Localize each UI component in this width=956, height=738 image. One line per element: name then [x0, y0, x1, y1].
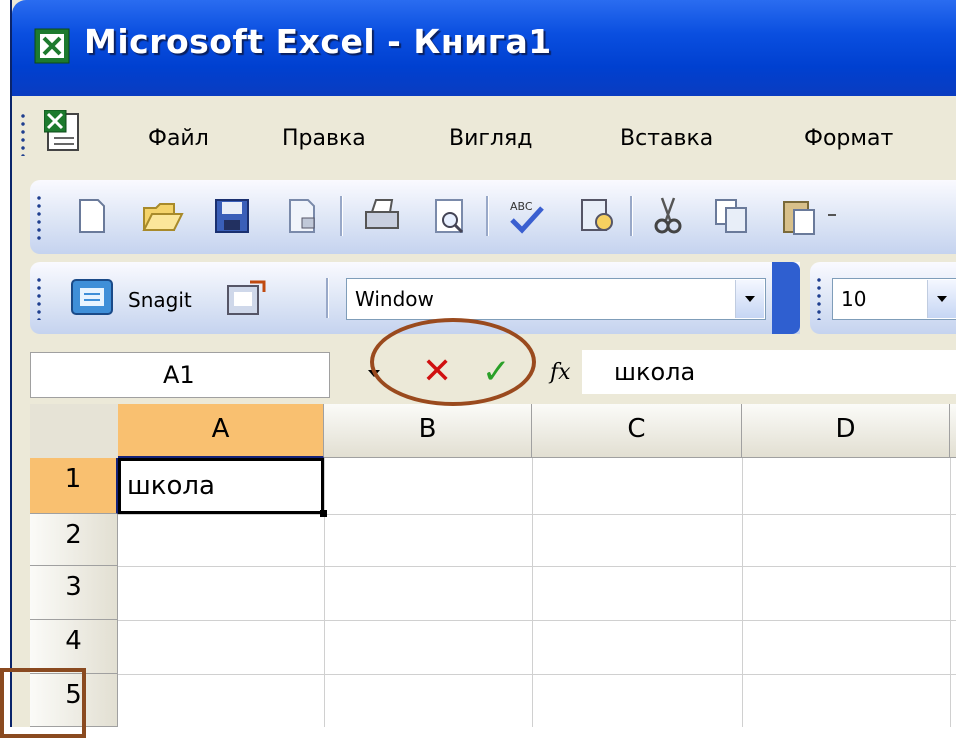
- column-label: B: [418, 414, 437, 444]
- print-preview-icon[interactable]: [428, 194, 472, 238]
- menu-format[interactable]: Формат: [804, 126, 893, 151]
- new-document-icon[interactable]: [70, 194, 114, 238]
- column-label: A: [211, 414, 230, 444]
- chevron-down-icon[interactable]: [735, 280, 764, 318]
- font-size-select[interactable]: 10: [832, 278, 956, 320]
- row-header-4[interactable]: 4: [30, 620, 118, 674]
- row-header-1[interactable]: 1: [30, 458, 118, 514]
- name-box-value: A1: [163, 361, 195, 389]
- font-name-select[interactable]: Window: [346, 278, 766, 320]
- standard-toolbar: ABC: [30, 180, 956, 254]
- toolbar-separator: [486, 196, 489, 236]
- paste-icon[interactable]: [778, 194, 822, 238]
- spelling-icon[interactable]: ABC: [504, 194, 548, 238]
- cell-a1[interactable]: школа: [118, 458, 324, 514]
- menu-view[interactable]: Вигляд: [449, 126, 532, 151]
- toolbar-grip-icon[interactable]: [36, 194, 42, 240]
- annotation-circle: [370, 318, 536, 406]
- paste-dropdown-icon[interactable]: [828, 214, 836, 216]
- font-size-toolbar: 10: [810, 262, 956, 334]
- gridline: [118, 514, 956, 515]
- formula-input[interactable]: школа: [582, 350, 956, 394]
- gridline: [118, 566, 956, 567]
- research-icon[interactable]: [576, 194, 620, 238]
- column-label: C: [627, 414, 646, 444]
- row-header-3[interactable]: 3: [30, 566, 118, 620]
- snagit-capture-icon[interactable]: [70, 278, 116, 318]
- name-box[interactable]: A1: [30, 352, 330, 398]
- row-label: 3: [65, 572, 82, 602]
- toolbar-grip-icon[interactable]: [36, 276, 42, 320]
- column-header-d[interactable]: D: [742, 404, 950, 458]
- menu-edit[interactable]: Правка: [282, 126, 366, 151]
- snagit-label[interactable]: Snagit: [128, 288, 192, 312]
- permission-icon[interactable]: [280, 194, 324, 238]
- copy-icon[interactable]: [710, 194, 754, 238]
- save-disk-icon[interactable]: [210, 194, 254, 238]
- title-bar[interactable]: Microsoft Excel - Книга1: [12, 0, 956, 96]
- select-all-corner[interactable]: [30, 404, 119, 459]
- row-header-2[interactable]: 2: [30, 514, 118, 566]
- svg-text:ABC: ABC: [510, 200, 533, 213]
- row-label: 4: [65, 626, 82, 656]
- chevron-down-icon[interactable]: [927, 280, 956, 318]
- cell-a1-value: школа: [127, 471, 215, 501]
- excel-window: Microsoft Excel - Книга1 Файл Правка Виг…: [10, 0, 956, 727]
- formula-content: школа: [614, 358, 696, 386]
- column-header-a[interactable]: A: [118, 404, 324, 458]
- gridline: [118, 674, 956, 675]
- gridline: [950, 458, 951, 727]
- column-label: D: [835, 414, 856, 444]
- excel-logo-icon: [34, 28, 70, 64]
- print-icon[interactable]: [360, 194, 404, 238]
- font-size-value: 10: [841, 287, 867, 311]
- annotation-highlight-box: [0, 668, 86, 738]
- column-header-c[interactable]: C: [532, 404, 742, 458]
- gridline: [324, 458, 325, 727]
- open-folder-icon[interactable]: [140, 194, 184, 238]
- menu-insert[interactable]: Вставка: [620, 126, 713, 151]
- toolbar-options-chevron-icon[interactable]: [772, 262, 800, 334]
- row-label: 1: [64, 464, 82, 494]
- menu-file[interactable]: Файл: [148, 126, 209, 151]
- toolbar-separator: [340, 196, 343, 236]
- gridline: [118, 620, 956, 621]
- menu-bar: Файл Правка Вигляд Вставка Формат: [12, 96, 956, 178]
- toolbar-separator: [630, 196, 633, 236]
- menu-grip-icon[interactable]: [20, 112, 26, 156]
- row-label: 2: [65, 520, 82, 550]
- column-header-b[interactable]: B: [324, 404, 532, 458]
- gridline: [532, 458, 533, 727]
- gridline: [742, 458, 743, 727]
- toolbar-separator: [326, 278, 329, 318]
- font-name-value: Window: [355, 287, 434, 311]
- window-title: Microsoft Excel - Книга1: [84, 22, 552, 61]
- worksheet-grid: A B C D 1 2 3 4 5 школа: [30, 404, 956, 727]
- column-header-e[interactable]: [950, 404, 956, 458]
- toolbar-grip-icon[interactable]: [816, 276, 822, 320]
- insert-function-icon[interactable]: fx: [550, 360, 571, 385]
- fill-handle[interactable]: [320, 510, 327, 517]
- workbook-document-icon[interactable]: [44, 110, 84, 154]
- send-to-excel-icon[interactable]: [224, 278, 268, 318]
- cut-icon[interactable]: [646, 194, 690, 238]
